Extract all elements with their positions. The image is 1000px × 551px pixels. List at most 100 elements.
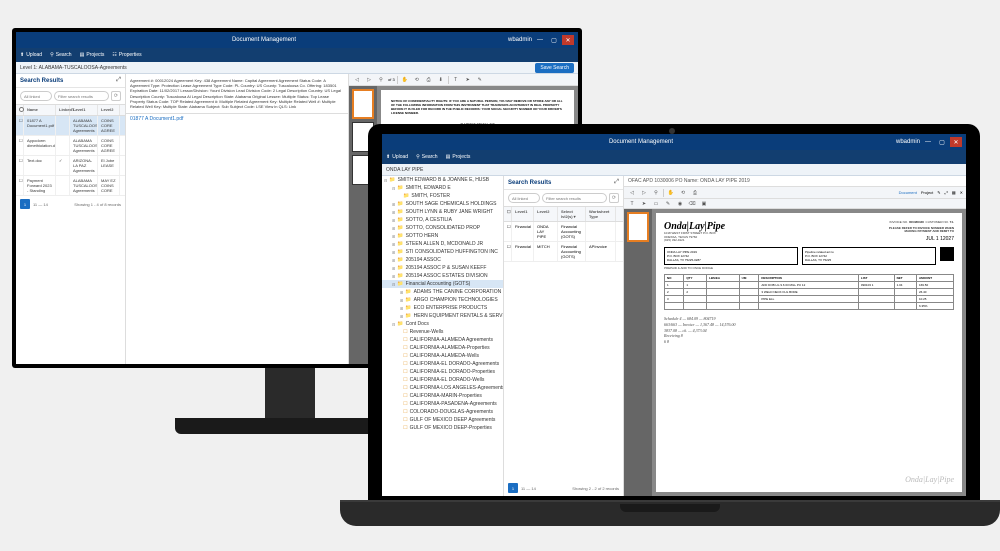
tree-item[interactable]: ⊟📁Cont Docs [382, 320, 503, 328]
expand-icon[interactable]: ⤢ [116, 77, 121, 84]
tree-item[interactable]: ☐CALIFORNIA-ALAMEDA-Wells [382, 352, 503, 360]
tree-toggle-icon[interactable]: ⊟ [384, 178, 387, 183]
zoom-icon[interactable]: ⚲ [376, 76, 386, 84]
tree-item[interactable]: ☐COLORADO-DOUGLAS-Agreements [382, 408, 503, 416]
table-row[interactable]: ☐FinancialMITCHFinancial Accounting (GOT… [504, 242, 623, 262]
filter-linked[interactable]: All linked [508, 193, 540, 203]
tree-toggle-icon[interactable]: ⊞ [400, 306, 403, 311]
prev-page-icon[interactable]: ◁ [627, 189, 637, 197]
copy-icon[interactable]: ▣ [699, 200, 709, 208]
zoom-icon[interactable]: ⚲ [651, 189, 661, 197]
close-button[interactable]: ✕ [562, 35, 574, 45]
tree-toggle-icon[interactable] [400, 402, 401, 407]
tree-toggle-icon[interactable] [400, 330, 401, 335]
tree-toggle-icon[interactable] [400, 346, 401, 351]
tree-toggle-icon[interactable]: ⊞ [392, 250, 395, 255]
prev-page-icon[interactable]: ◁ [352, 76, 362, 84]
close-doc-icon[interactable]: ✕ [960, 190, 963, 195]
download-icon[interactable]: ⬇ [436, 76, 446, 84]
maximize-button[interactable]: ▢ [548, 35, 560, 45]
tree-toggle-icon[interactable]: ⊞ [392, 258, 395, 263]
tree-item[interactable]: ☐CALIFORNIA-LOS ANGELES-Agreements [382, 384, 503, 392]
tree-toggle-icon[interactable]: ⊞ [400, 290, 403, 295]
grid-icon[interactable]: ▦ [952, 190, 956, 195]
table-row[interactable]: ☐01877 A Document1.pdfALABAMA TUSCALOOSA… [16, 116, 125, 136]
tree-toggle-icon[interactable] [400, 426, 401, 431]
minimize-button[interactable]: — [534, 35, 546, 45]
properties-button[interactable]: ☷Properties [112, 52, 141, 58]
filter-linked[interactable]: All linked [20, 91, 52, 101]
tree-item[interactable]: ⊟📁Financial Accounting (GOTS) [382, 280, 503, 288]
tree-item[interactable]: ⊟📁SMITH, EDWARD E [382, 184, 503, 192]
tree-toggle-icon[interactable]: ⊞ [400, 298, 403, 303]
tree-item[interactable]: ☐CALIFORNIA-EL DORADO-Properties [382, 368, 503, 376]
pen-icon[interactable]: ✎ [663, 200, 673, 208]
tree-toggle-icon[interactable]: ⊞ [392, 234, 395, 239]
tree-item[interactable]: ⊞📁SOTTO, A CESTILIA [382, 216, 503, 224]
tree-item[interactable]: ⊞📁STI CONSOLIDATED HUFFINGTON INC [382, 248, 503, 256]
edit-icon[interactable]: ✎ [937, 190, 940, 195]
tree-toggle-icon[interactable]: ⊞ [392, 210, 395, 215]
next-page-icon[interactable]: ▷ [364, 76, 374, 84]
tree-item[interactable]: ⊞📁SOUTH SAGE CHEMICALS HOLDINGS [382, 200, 503, 208]
doc-page[interactable]: Onda|Lay|Pipe 1018 WEST FIRST STREET P.O… [656, 213, 962, 492]
upload-button[interactable]: ⬆Upload [386, 154, 408, 160]
tree-toggle-icon[interactable]: ⊞ [392, 274, 395, 279]
tree-toggle-icon[interactable]: ⊟ [392, 186, 395, 191]
text-icon[interactable]: T [627, 200, 637, 208]
tree-toggle-icon[interactable]: ⊞ [392, 226, 395, 231]
tree-panel[interactable]: ⊟📁SMITH EDWARD B & JOANNE E, HUSB⊟📁SMITH… [382, 176, 504, 496]
tree-item[interactable]: ⊞📁STEEN ALLEN D, MCDONALD JR [382, 240, 503, 248]
save-search-button[interactable]: Save Search [535, 63, 574, 73]
page-number[interactable]: 1 [20, 199, 30, 209]
tree-toggle-icon[interactable]: ⊞ [392, 266, 395, 271]
tree-toggle-icon[interactable] [400, 338, 401, 343]
thumbnail-1[interactable] [627, 212, 649, 242]
tree-item[interactable]: ☐CALIFORNIA-EL DORADO-Agreements [382, 360, 503, 368]
tree-toggle-icon[interactable] [400, 370, 401, 375]
tree-item[interactable]: ⊞📁ECO ENTERPRISE PRODUCTS [382, 304, 503, 312]
highlight-icon[interactable]: ▭ [651, 200, 661, 208]
user-label[interactable]: wbadmin [508, 37, 532, 43]
pointer-icon[interactable]: ➤ [639, 200, 649, 208]
tree-item[interactable]: ⊞📁HERN EQUIPMENT RENTALS & SERVICE [382, 312, 503, 320]
tree-toggle-icon[interactable] [400, 362, 401, 367]
print-icon[interactable]: ⎙ [424, 76, 434, 84]
hand-icon[interactable]: ✋ [666, 189, 676, 197]
tree-toggle-icon[interactable] [400, 410, 401, 415]
close-button[interactable]: ✕ [950, 137, 962, 147]
tree-item[interactable]: ⊞📁SOUTH LYNN & RUBY JANE WRIGHT [382, 208, 503, 216]
page-number[interactable]: 1 [508, 483, 518, 493]
tree-toggle-icon[interactable] [400, 418, 401, 423]
doc-tab-project[interactable]: Project [921, 190, 933, 195]
rotate-icon[interactable]: ⟲ [412, 76, 422, 84]
doc-tab-label[interactable]: 01877 A Document1.pdf [126, 113, 348, 124]
refresh-icon[interactable]: ⟳ [111, 91, 121, 101]
hand-icon[interactable]: ✋ [400, 76, 410, 84]
search-button[interactable]: ⚲Search [50, 52, 72, 58]
expand-icon[interactable]: ⤢ [945, 190, 948, 195]
tree-toggle-icon[interactable] [400, 386, 401, 391]
tree-item[interactable]: 📁SMITH, FOSTER [382, 192, 503, 200]
doc-tab-document[interactable]: Document [899, 190, 917, 195]
tree-item[interactable]: ☐CALIFORNIA-ALAMEDA-Properties [382, 344, 503, 352]
tree-item[interactable]: ☐CALIFORNIA-MARIN-Properties [382, 392, 503, 400]
tree-item[interactable]: ⊞📁SOTTO, CONSOLIDATED PROP [382, 224, 503, 232]
table-row[interactable]: ☐FinancialONDA LAY PIPEFinancial Account… [504, 222, 623, 242]
pen-icon[interactable]: ✎ [475, 76, 485, 84]
table-row[interactable]: ☐Payment Forward 2023 - StandingALABAMA … [16, 176, 125, 196]
tree-item[interactable]: ☐Revenue-Wells [382, 328, 503, 336]
tree-item[interactable]: ☐CALIFORNIA-EL DORADO-Wells [382, 376, 503, 384]
user-label[interactable]: wbadmin [896, 139, 920, 145]
tree-toggle-icon[interactable] [400, 394, 401, 399]
projects-button[interactable]: ▤Projects [446, 154, 471, 160]
text-icon[interactable]: T [451, 76, 461, 84]
tree-toggle-icon[interactable]: ⊞ [392, 202, 395, 207]
expand-icon[interactable]: ⤢ [614, 179, 619, 186]
tree-item[interactable]: ⊞📁ADAMS THE CANINE CORPORATION [382, 288, 503, 296]
filter-input[interactable]: Filter search results [542, 193, 607, 203]
tree-toggle-icon[interactable]: ⊟ [392, 322, 395, 327]
tree-toggle-icon[interactable]: ⊟ [392, 282, 395, 287]
tree-item[interactable]: ☐CALIFORNIA-ALAMEDA Agreements [382, 336, 503, 344]
tree-toggle-icon[interactable] [400, 354, 401, 359]
